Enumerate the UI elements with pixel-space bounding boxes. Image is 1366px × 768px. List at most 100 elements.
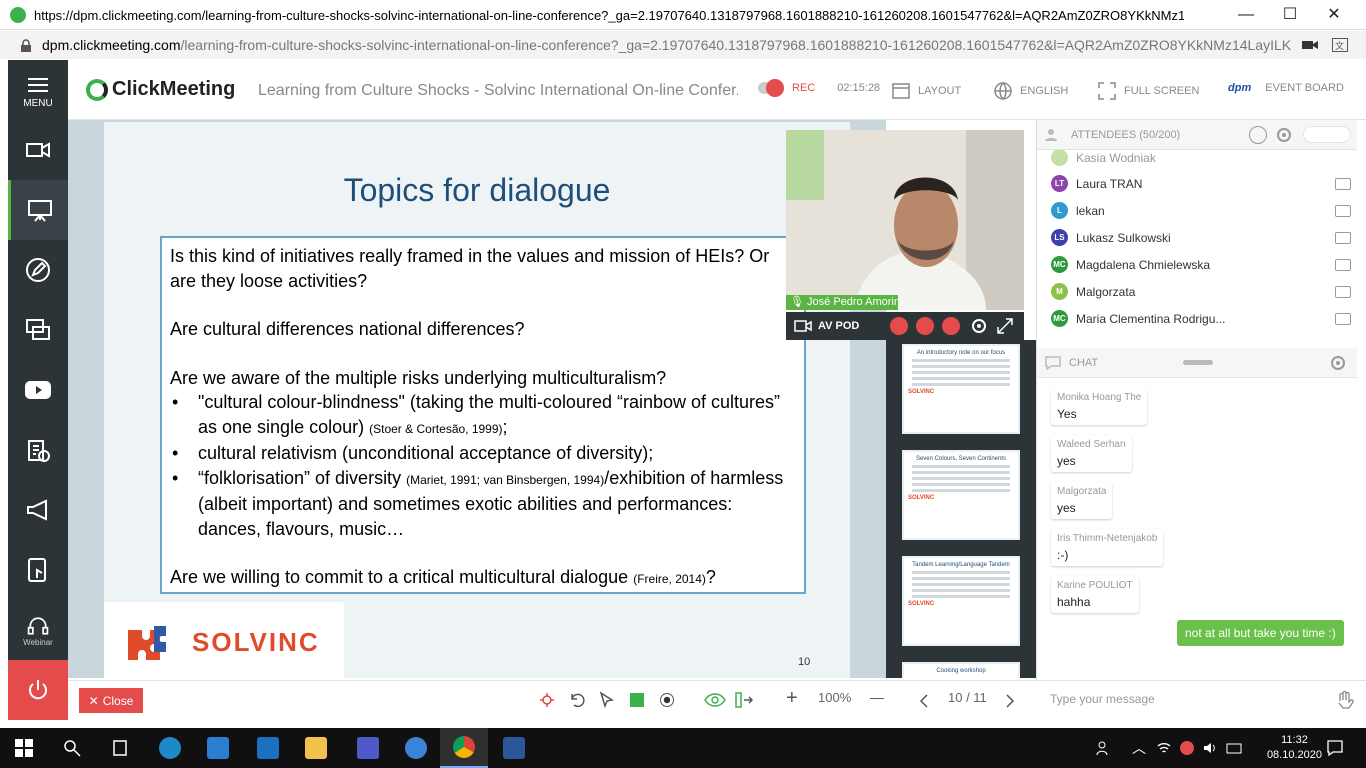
slide-question-3: Are we aware of the multiple risks under… — [170, 367, 667, 388]
taskbar-store[interactable] — [194, 728, 242, 768]
fullscreen-icon — [1098, 82, 1116, 100]
close-window-button[interactable]: ✕ — [1314, 4, 1354, 26]
language-button[interactable]: ENGLISH — [994, 82, 1068, 100]
webinar-button[interactable]: Webinar — [8, 600, 68, 660]
event-board-label: EVENT BOARD — [1265, 82, 1344, 94]
task-view-button[interactable] — [96, 728, 144, 768]
attendee-name: Magdalena Chmielewska — [1076, 257, 1211, 272]
attendee-row[interactable]: M Malgorzata — [1051, 278, 1351, 305]
youtube-button[interactable] — [8, 360, 68, 420]
slide-thumbnails: An introductory note on our focus SOLVINC… — [886, 340, 1036, 678]
slide-bullet-list: "cultural colour-blindness" (taking the … — [170, 390, 796, 541]
recording-toggle[interactable]: REC 02:15:28 — [758, 79, 880, 97]
screen-off-icon[interactable] — [942, 317, 960, 335]
leave-button[interactable] — [8, 660, 68, 720]
attendee-row[interactable]: MC Magdalena Chmielewska — [1051, 251, 1351, 278]
settings-gear-icon[interactable] — [970, 317, 988, 335]
chat-sender: Karine POULIOT — [1057, 580, 1133, 591]
taskbar-word[interactable] — [490, 728, 538, 768]
thumb-2-title: Seven Colours, Seven Continents — [915, 456, 1007, 462]
slide-thumbnail-1[interactable]: An introductory note on our focus SOLVINC — [902, 344, 1020, 434]
attendees-settings-gear-icon[interactable] — [1275, 126, 1293, 144]
tray-chevron-icon[interactable]: ︿ — [1132, 738, 1146, 758]
minimize-button[interactable]: — — [1226, 4, 1266, 26]
bullet-3-text: “folklorisation” of diversity — [198, 467, 402, 488]
interactive-button[interactable] — [8, 540, 68, 600]
close-presentation-button[interactable]: ✕ Close — [79, 688, 143, 713]
camera-in-use-icon[interactable] — [1302, 39, 1318, 51]
taskbar-edge[interactable] — [146, 728, 194, 768]
pointer-arrow-icon[interactable] — [598, 691, 616, 709]
volume-icon[interactable] — [1202, 740, 1218, 756]
event-board-button[interactable]: dpm EVENT BOARD — [1228, 82, 1344, 94]
taskbar-chrome[interactable] — [440, 728, 488, 768]
slide-thumbnail-3[interactable]: Tandem Learning/Language Tandem SOLVINC — [902, 556, 1020, 646]
maximize-button[interactable]: ☐ — [1270, 4, 1310, 26]
edge-icon — [159, 737, 181, 759]
taskbar-clock[interactable]: 11:32 08.10.2020 — [1267, 733, 1322, 763]
menu-button[interactable]: MENU — [8, 60, 68, 120]
expand-icon[interactable] — [996, 317, 1014, 335]
stroke-size-button[interactable] — [660, 693, 674, 707]
mic-off-icon[interactable] — [916, 317, 934, 335]
zoom-in-button[interactable]: + — [786, 687, 798, 710]
keyboard-icon[interactable] — [1226, 740, 1242, 756]
slide-question-1: Is this kind of initiatives really frame… — [170, 246, 770, 291]
laser-pointer-icon[interactable] — [538, 691, 556, 709]
presenter-video[interactable] — [786, 130, 1024, 310]
zoom-level: 100% — [818, 690, 852, 705]
zoom-out-button[interactable]: — — [870, 689, 884, 705]
mobile-icon — [1335, 204, 1351, 217]
taskbar-chat-app[interactable] — [392, 728, 440, 768]
presenter-name-tag: 🎙 José Pedro Amorim — [786, 295, 903, 310]
video-button[interactable] — [8, 120, 68, 180]
taskbar-teams[interactable] — [344, 728, 392, 768]
rec-switch[interactable] — [758, 79, 784, 97]
raise-hand-icon[interactable] — [1336, 690, 1354, 710]
menu-label: MENU — [23, 98, 53, 109]
clock-time: 11:32 — [1281, 734, 1308, 746]
attendee-name: lekan — [1076, 203, 1105, 218]
search-button[interactable] — [48, 728, 96, 768]
presentation-button[interactable] — [8, 180, 68, 240]
attendee-row[interactable]: LT Laura TRAN — [1051, 170, 1351, 197]
slide-thumbnail-4[interactable]: Cooking workshop — [902, 662, 1020, 678]
color-picker-button[interactable] — [630, 693, 644, 707]
slide-thumbnail-2[interactable]: Seven Colours, Seven Continents SOLVINC — [902, 450, 1020, 540]
start-button[interactable] — [0, 728, 48, 768]
rec-label: REC — [792, 82, 816, 94]
whiteboard-button[interactable] — [8, 240, 68, 300]
language-label: ENGLISH — [1020, 85, 1069, 97]
slide-question-2: Are cultural differences national differ… — [170, 319, 525, 339]
export-slide-icon[interactable] — [734, 691, 754, 709]
add-attendee-icon[interactable] — [1249, 126, 1267, 144]
notifications-icon[interactable] — [1326, 739, 1344, 757]
cta-button[interactable] — [8, 480, 68, 540]
taskbar-explorer[interactable] — [292, 728, 340, 768]
translate-icon[interactable]: 文 — [1332, 38, 1348, 52]
panel-resize-handle[interactable] — [1183, 360, 1213, 365]
fullscreen-button[interactable]: FULL SCREEN — [1098, 82, 1199, 100]
screen-share-button[interactable] — [8, 300, 68, 360]
chat-message: Iris Thimm-Netenjakob:-) — [1051, 529, 1164, 566]
attendee-row[interactable]: Kasia Wodniak — [1051, 150, 1351, 171]
polls-button[interactable] — [8, 420, 68, 480]
previous-slide-icon[interactable] — [918, 693, 930, 709]
attendee-row[interactable]: LS Lukasz Sulkowski — [1051, 224, 1351, 251]
antivirus-tray-icon[interactable] — [1180, 741, 1194, 755]
attendee-row[interactable]: MC Maria Clementina Rodrigu... — [1051, 305, 1351, 332]
wifi-icon[interactable] — [1156, 740, 1172, 756]
attendee-row[interactable]: Llekan — [1051, 197, 1351, 224]
eye-icon[interactable] — [704, 692, 726, 708]
next-slide-icon[interactable] — [1004, 693, 1016, 709]
layout-button[interactable]: LAYOUT — [892, 82, 961, 100]
undo-icon[interactable] — [568, 691, 586, 709]
people-icon[interactable] — [1096, 740, 1112, 756]
camera-off-icon[interactable] — [890, 317, 908, 335]
taskbar-mail[interactable] — [244, 728, 292, 768]
address-url[interactable]: dpm.clickmeeting.com/learning-from-cultu… — [42, 37, 1292, 53]
chat-settings-gear-icon[interactable] — [1329, 354, 1347, 372]
chat-input[interactable]: Type your message — [1036, 680, 1366, 718]
address-bar[interactable]: dpm.clickmeeting.com/learning-from-cultu… — [0, 31, 1366, 59]
attendees-search-input[interactable] — [1303, 126, 1351, 143]
